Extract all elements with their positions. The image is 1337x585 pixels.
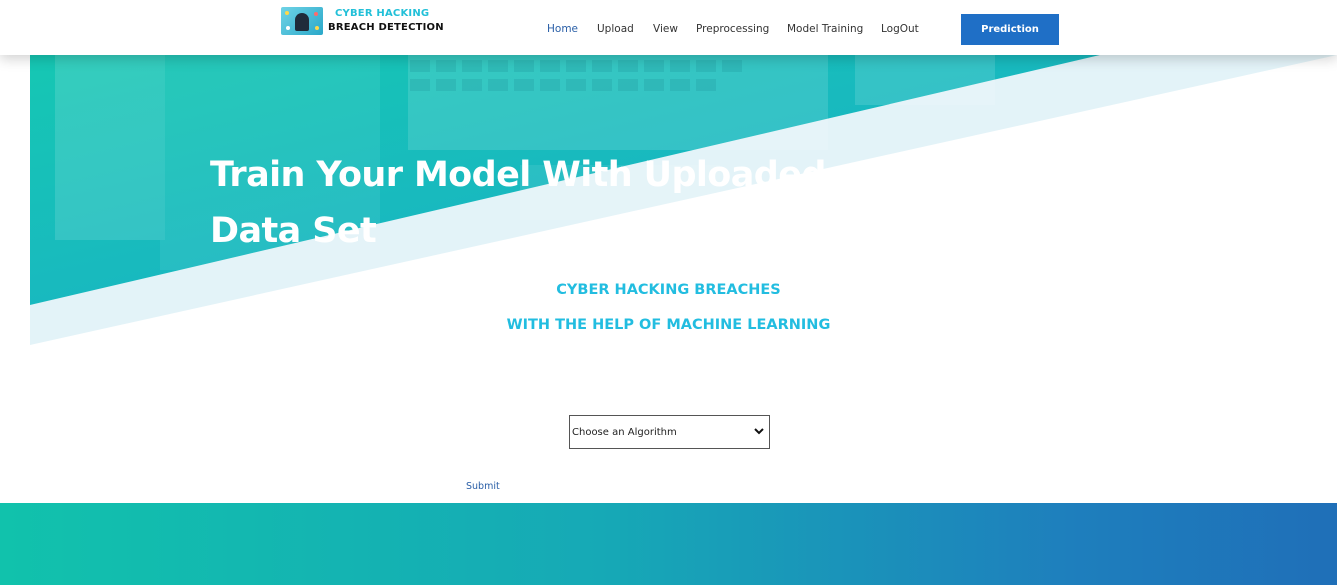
submit-button[interactable]: Submit [466, 481, 500, 492]
intro-line-2: WITH THE HELP OF MACHINE LEARNING [506, 317, 831, 333]
algorithm-select-value: Choose an Algorithm [572, 427, 677, 438]
page-title: Train Your Model With Uploaded Data Set [210, 155, 826, 251]
logo-line-1: CYBER HACKING [335, 8, 430, 19]
footer-band [0, 503, 1337, 585]
chevron-down-icon [754, 428, 764, 435]
nav-upload[interactable]: Upload [597, 23, 634, 35]
nav-logout[interactable]: LogOut [881, 23, 919, 35]
intro-line-1: CYBER HACKING BREACHES [556, 282, 781, 298]
hacker-laptop-icon [281, 7, 323, 35]
site-header: CYBER HACKING BREACH DETECTION Home Uplo… [0, 0, 1337, 55]
nav-home[interactable]: Home [547, 23, 578, 35]
logo-line-2: BREACH DETECTION [328, 22, 444, 33]
logo[interactable]: CYBER HACKING BREACH DETECTION [281, 7, 444, 39]
nav-preprocessing[interactable]: Preprocessing [696, 23, 769, 35]
prediction-button[interactable]: Prediction [961, 14, 1059, 45]
hero-banner: Train Your Model With Uploaded Data Set [30, 55, 1337, 355]
algorithm-select[interactable]: Choose an Algorithm [569, 415, 770, 449]
nav-model-training[interactable]: Model Training [787, 23, 863, 35]
nav-view[interactable]: View [653, 23, 678, 35]
